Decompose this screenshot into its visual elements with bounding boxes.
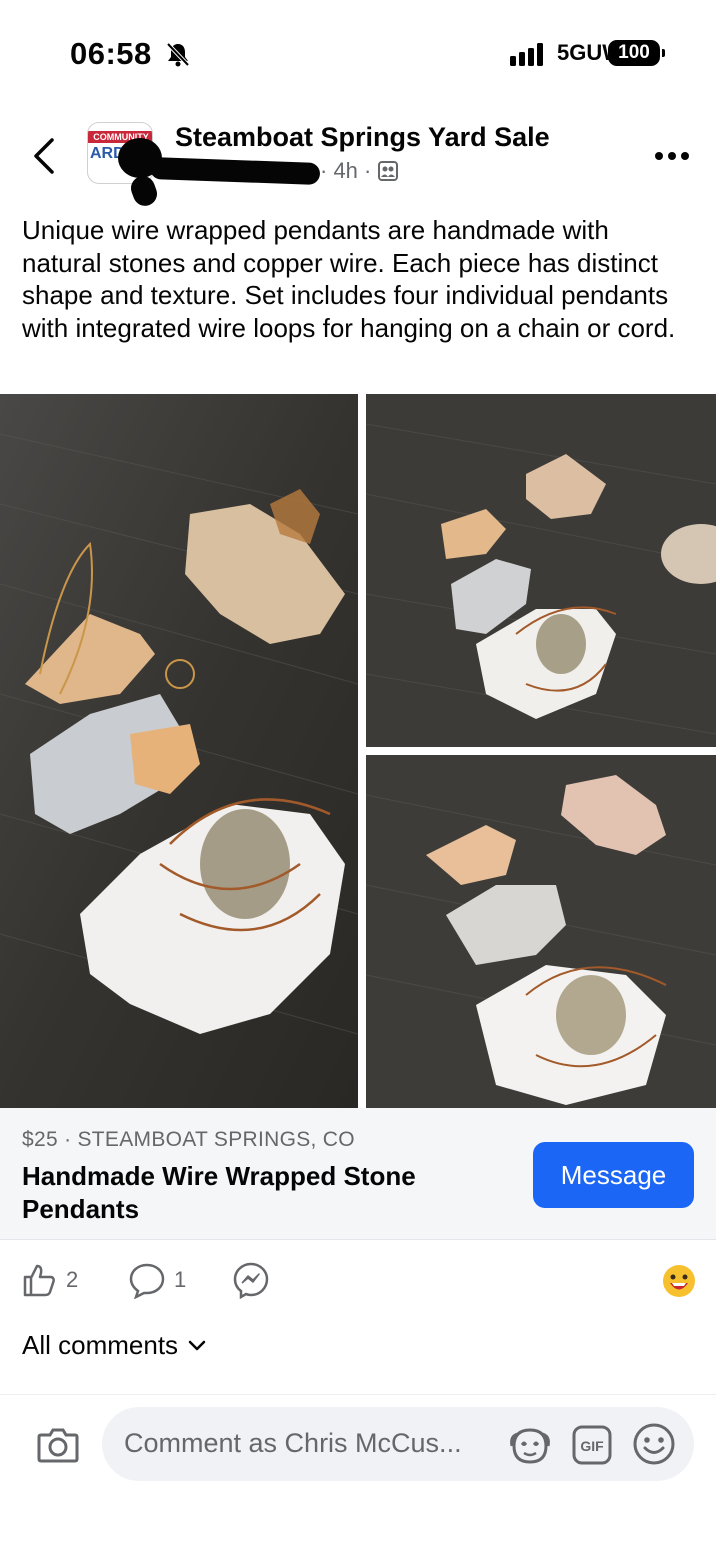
marketplace-listing[interactable]: $25 · STEAMBOAT SPRINGS, CO Handmade Wir… [0,1108,716,1240]
listing-photo-2[interactable] [366,394,716,747]
svg-text:GIF: GIF [580,1438,604,1454]
all-comments-filter[interactable]: All comments [22,1330,206,1361]
signal-icon [510,43,543,66]
comment-bubble-icon [129,1263,165,1299]
listing-title: Handmade Wire Wrapped Stone Pendants [22,1161,416,1224]
listing-photo-3[interactable] [366,755,716,1108]
thumbs-up-icon [23,1264,55,1297]
pendant-photo-image [0,394,358,1108]
group-name[interactable]: Steamboat Springs Yard Sale [175,122,550,153]
like-button[interactable]: 2 [20,1261,78,1299]
chevron-down-icon [188,1340,206,1350]
battery-indicator: 100 [608,40,665,66]
comment-composer: Comment as Chris McCus... GIF [0,1394,716,1552]
listing-price-location: $25 · STEAMBOAT SPRINGS, CO [22,1128,355,1151]
bell-off-icon [166,42,190,67]
redaction-mark [149,157,321,185]
message-button[interactable]: Message [533,1142,694,1208]
more-horizontal-icon[interactable] [654,150,690,162]
camera-icon[interactable] [36,1425,80,1465]
chevron-left-icon[interactable] [26,134,62,178]
status-bar: 06:58 5GUW 100 [0,0,716,100]
messenger-share-button[interactable] [232,1261,270,1299]
time-ago: · 4h · [320,158,372,183]
pendant-photo-image [366,394,716,747]
reaction-bar: 2 1 [0,1254,716,1310]
smiley-icon[interactable] [632,1422,676,1466]
pendant-photo-image [366,755,716,1108]
reaction-emoji-icon[interactable] [662,1264,696,1298]
group-privacy-icon [378,161,399,181]
comment-count: 1 [174,1267,187,1292]
listing-photo-main[interactable] [0,394,358,1108]
messenger-icon [233,1262,269,1299]
post-meta: · 4h · [320,158,399,184]
like-count: 2 [66,1267,79,1292]
all-comments-label: All comments [22,1330,179,1360]
gif-icon[interactable]: GIF [571,1424,613,1466]
post-text: Unique wire wrapped pendants are handmad… [22,215,676,343]
comment-button[interactable]: 1 [128,1261,186,1299]
avatar-sticker-icon[interactable] [508,1424,552,1466]
status-time: 06:58 [70,36,152,71]
comment-input-placeholder: Comment as Chris McCus... [124,1428,462,1458]
